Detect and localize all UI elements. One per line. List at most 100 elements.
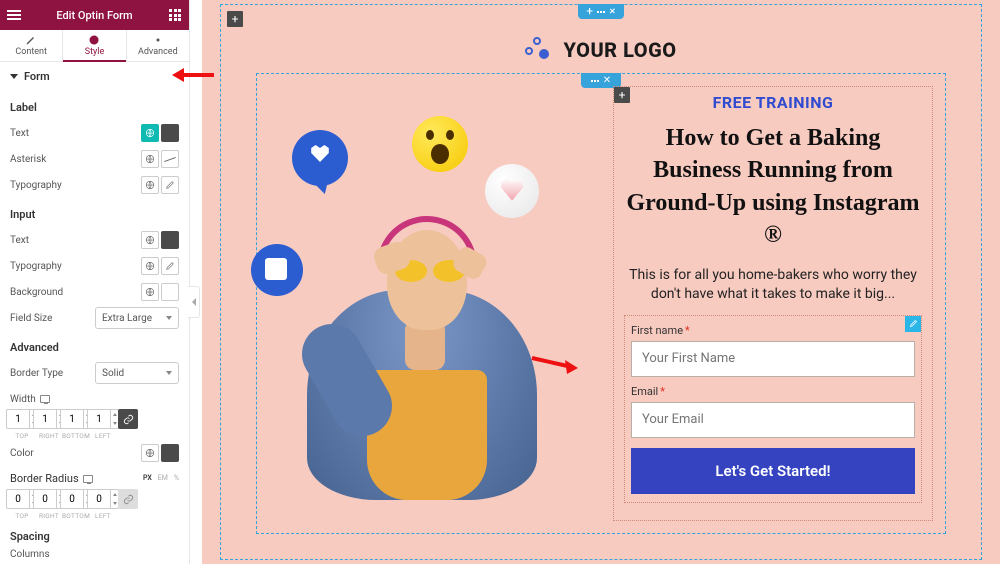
field-size-select[interactable]: Extra Large [95, 307, 179, 329]
prop-label: Background [10, 287, 139, 298]
link-values-button[interactable] [118, 489, 138, 509]
wow-reaction-icon [412, 116, 468, 172]
prop-input-typography: Typography [10, 253, 179, 279]
submit-button[interactable]: Let's Get Started! [631, 448, 915, 494]
add-widget-button[interactable]: + [614, 87, 630, 103]
width-bottom[interactable] [60, 409, 84, 429]
drag-icon [597, 11, 605, 13]
link-values-button[interactable] [118, 409, 138, 429]
unit-px[interactable]: PX [143, 474, 152, 482]
globe-icon [145, 261, 155, 271]
menu-button[interactable] [0, 0, 28, 30]
prop-asterisk: Asterisk [10, 146, 179, 172]
no-color-swatch[interactable] [161, 150, 179, 168]
width-right[interactable] [33, 409, 57, 429]
column-left[interactable] [257, 74, 601, 533]
hero-image [257, 74, 601, 533]
editor-panel: Edit Optin Form Content Style Advanced F… [0, 0, 190, 564]
caption: LEFT [95, 432, 111, 440]
tab-advanced[interactable]: Advanced [127, 30, 189, 61]
section-outer[interactable]: ++ + YOUR LOGO ✕ [220, 4, 982, 560]
gear-icon [152, 34, 164, 46]
apps-button[interactable] [161, 0, 189, 30]
section-spacing: Spacing [10, 530, 179, 543]
caption: RIGHT [39, 432, 59, 440]
headline-text[interactable]: How to Get a Baking Business Running fro… [624, 122, 922, 252]
device-icon[interactable] [83, 475, 93, 483]
width-top[interactable] [6, 409, 30, 429]
panel-collapse-button[interactable] [188, 286, 200, 318]
globe-chip[interactable] [141, 231, 159, 249]
prop-typography: Typography [10, 172, 179, 198]
radius-right[interactable] [33, 489, 57, 509]
accordion-form[interactable]: Form [10, 62, 179, 91]
tab-label: Style [85, 47, 105, 57]
edit-widget-button[interactable] [905, 316, 921, 332]
radius-bottom[interactable] [60, 489, 84, 509]
radius-top[interactable] [6, 489, 30, 509]
optin-form-widget[interactable]: First name* Email* Let's Get Started! [624, 315, 922, 503]
content-column[interactable]: + FREE TRAINING How to Get a Baking Busi… [613, 86, 933, 521]
globe-chip[interactable] [141, 283, 159, 301]
email-label: Email* [631, 385, 915, 398]
pencil-icon [25, 34, 37, 46]
editor-canvas[interactable]: ++ + YOUR LOGO ✕ [202, 0, 1000, 564]
unit-switcher[interactable]: PX EM% [143, 474, 179, 482]
globe-chip[interactable] [141, 257, 159, 275]
globe-chip[interactable] [141, 150, 159, 168]
tab-label: Content [15, 47, 47, 57]
width-left[interactable] [87, 409, 111, 429]
prop-border-type: Border Type Solid [10, 360, 179, 386]
color-swatch[interactable] [161, 124, 179, 142]
tab-style[interactable]: Style [63, 30, 126, 61]
select-value: Extra Large [102, 313, 152, 324]
radius-left[interactable] [87, 489, 111, 509]
globe-icon [145, 287, 155, 297]
person-illustration [287, 170, 557, 510]
prop-text-color: Text [10, 120, 179, 146]
inner-section[interactable]: ✕ [256, 73, 946, 534]
globe-chip[interactable] [141, 124, 159, 142]
prop-label: Typography [10, 180, 139, 191]
color-swatch[interactable] [161, 231, 179, 249]
prop-label: Columns [10, 549, 179, 560]
plus-icon: + [586, 5, 593, 17]
color-swatch[interactable] [161, 444, 179, 462]
prop-label: Field Size [10, 313, 95, 324]
border-type-select[interactable]: Solid [95, 362, 179, 384]
section-input: Input [10, 208, 179, 221]
pencil-icon [165, 180, 175, 190]
section-label: Label [10, 101, 179, 114]
globe-icon [145, 154, 155, 164]
first-name-input[interactable] [631, 341, 915, 377]
globe-icon [145, 235, 155, 245]
prop-label: Typography [10, 261, 139, 272]
prop-background: Background [10, 279, 179, 305]
email-input[interactable] [631, 402, 915, 438]
section-handle[interactable]: ++ [578, 4, 624, 19]
pencil-icon [909, 319, 918, 328]
grid-icon [169, 9, 181, 21]
column-right[interactable]: + FREE TRAINING How to Get a Baking Busi… [601, 74, 945, 533]
logo[interactable]: YOUR LOGO [221, 37, 981, 63]
prop-label: Border Type [10, 368, 95, 379]
kicker-text[interactable]: FREE TRAINING [624, 93, 922, 112]
empty-swatch[interactable] [161, 283, 179, 301]
unit-em[interactable]: EM [158, 474, 168, 482]
globe-chip[interactable] [141, 176, 159, 194]
link-icon [123, 494, 134, 505]
globe-icon [145, 128, 155, 138]
subhead-text[interactable]: This is for all you home-bakers who worr… [624, 266, 922, 305]
caption: TOP [15, 512, 28, 520]
width-inputs: TOP RIGHT BOTTOM LEFT [10, 409, 179, 440]
close-icon: + [606, 4, 619, 17]
globe-chip[interactable] [141, 444, 159, 462]
unit-pct[interactable]: % [174, 474, 179, 482]
edit-chip[interactable] [161, 257, 179, 275]
edit-chip[interactable] [161, 176, 179, 194]
caption: TOP [15, 432, 28, 440]
panel-title: Edit Optin Form [28, 9, 161, 22]
add-widget-button[interactable]: + [227, 11, 243, 27]
tab-content[interactable]: Content [0, 30, 63, 61]
device-icon[interactable] [40, 395, 50, 403]
